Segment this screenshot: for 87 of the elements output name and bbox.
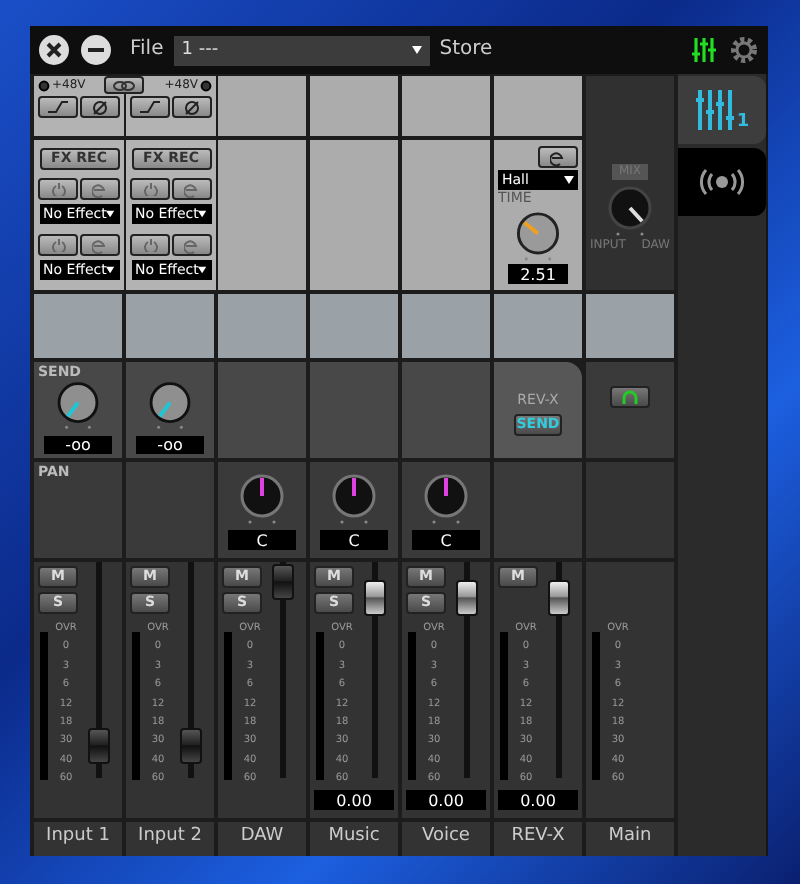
time-readout: 2.51 xyxy=(508,264,568,285)
panel-background xyxy=(402,76,490,136)
preset-dropdown[interactable]: 1 --- xyxy=(173,35,430,65)
gain-readout: 0.00 xyxy=(314,790,394,810)
caret-icon xyxy=(198,266,207,274)
fader-handle[interactable] xyxy=(88,727,110,764)
edit-icon xyxy=(92,181,108,197)
high-pass-button[interactable] xyxy=(38,96,78,118)
phantom-indicator-icon xyxy=(200,80,212,92)
fader-handle[interactable] xyxy=(456,580,478,617)
power-button[interactable] xyxy=(38,178,78,200)
fader-handle[interactable] xyxy=(180,727,202,764)
phase-icon xyxy=(184,99,200,115)
high-pass-icon xyxy=(138,100,162,114)
panel-background xyxy=(310,294,398,358)
caret-icon xyxy=(411,46,422,54)
edit-icon xyxy=(184,237,200,253)
power-icon xyxy=(143,182,157,196)
pan-readout: C xyxy=(228,530,296,550)
settings-icon[interactable] xyxy=(728,34,760,66)
phase-button[interactable] xyxy=(172,96,212,118)
store-label[interactable]: Store xyxy=(439,40,493,60)
channel-name: Music xyxy=(328,828,380,846)
panel-background xyxy=(218,362,306,458)
panel-background xyxy=(402,294,490,358)
close-icon[interactable] xyxy=(38,34,70,66)
caret-icon xyxy=(106,266,115,274)
edit-icon xyxy=(92,237,108,253)
power-button[interactable] xyxy=(130,178,170,200)
send-readout: -oo xyxy=(136,435,204,454)
power-button[interactable] xyxy=(130,234,170,256)
gain-readout: 0.00 xyxy=(498,790,578,810)
link-icon xyxy=(112,79,136,91)
panel-background xyxy=(494,294,582,358)
channel-name: Input 1 xyxy=(46,828,110,846)
file-label: File xyxy=(130,40,164,60)
caret-icon xyxy=(198,210,207,218)
panel-background xyxy=(310,362,398,458)
mixer-icon xyxy=(694,88,735,132)
power-icon xyxy=(51,182,65,196)
power-icon xyxy=(143,238,157,252)
panel-background xyxy=(34,294,122,358)
tab-number: 1 xyxy=(736,114,750,132)
panel-background xyxy=(494,462,582,558)
broadcast-icon xyxy=(696,166,748,198)
fader-handle[interactable] xyxy=(272,563,294,600)
pan-readout: C xyxy=(412,530,480,550)
send-readout: -oo xyxy=(44,435,112,454)
channel-name: Input 2 xyxy=(138,828,202,846)
mixer-icon[interactable] xyxy=(690,36,718,64)
caret-icon xyxy=(106,210,115,218)
playback-tab[interactable] xyxy=(678,148,766,216)
edit-icon xyxy=(184,181,200,197)
channel-name: DAW xyxy=(240,828,284,846)
high-pass-button[interactable] xyxy=(130,96,170,118)
channel-name: Voice xyxy=(422,828,470,846)
power-icon xyxy=(51,238,65,252)
fader-handle[interactable] xyxy=(548,580,570,617)
minimize-icon[interactable] xyxy=(80,34,112,66)
edit-button[interactable] xyxy=(172,178,212,200)
panel-background xyxy=(126,462,214,558)
headphones-icon xyxy=(622,390,638,404)
panel-background xyxy=(402,362,490,458)
edit-button[interactable] xyxy=(80,178,120,200)
channel-name: Main xyxy=(608,828,652,846)
fader-handle[interactable] xyxy=(364,580,386,617)
panel-background xyxy=(218,294,306,358)
power-button[interactable] xyxy=(38,234,78,256)
pan-readout: C xyxy=(320,530,388,550)
panel-background xyxy=(310,76,398,136)
edit-button[interactable] xyxy=(80,234,120,256)
mixer-tab[interactable]: 1 xyxy=(678,76,766,144)
panel-background xyxy=(126,294,214,358)
edit-icon xyxy=(550,149,566,165)
link-button[interactable] xyxy=(104,76,144,94)
edit-button[interactable] xyxy=(538,146,578,168)
high-pass-icon xyxy=(46,100,70,114)
panel-background xyxy=(586,294,674,358)
panel-background xyxy=(494,76,582,136)
channel-name: REV-X xyxy=(511,828,565,846)
caret-icon xyxy=(564,175,574,184)
phase-icon xyxy=(92,99,108,115)
phantom-indicator-icon xyxy=(38,80,50,92)
phase-button[interactable] xyxy=(80,96,120,118)
headphone-button[interactable] xyxy=(610,386,650,408)
edit-button[interactable] xyxy=(172,234,212,256)
gain-readout: 0.00 xyxy=(406,790,486,810)
